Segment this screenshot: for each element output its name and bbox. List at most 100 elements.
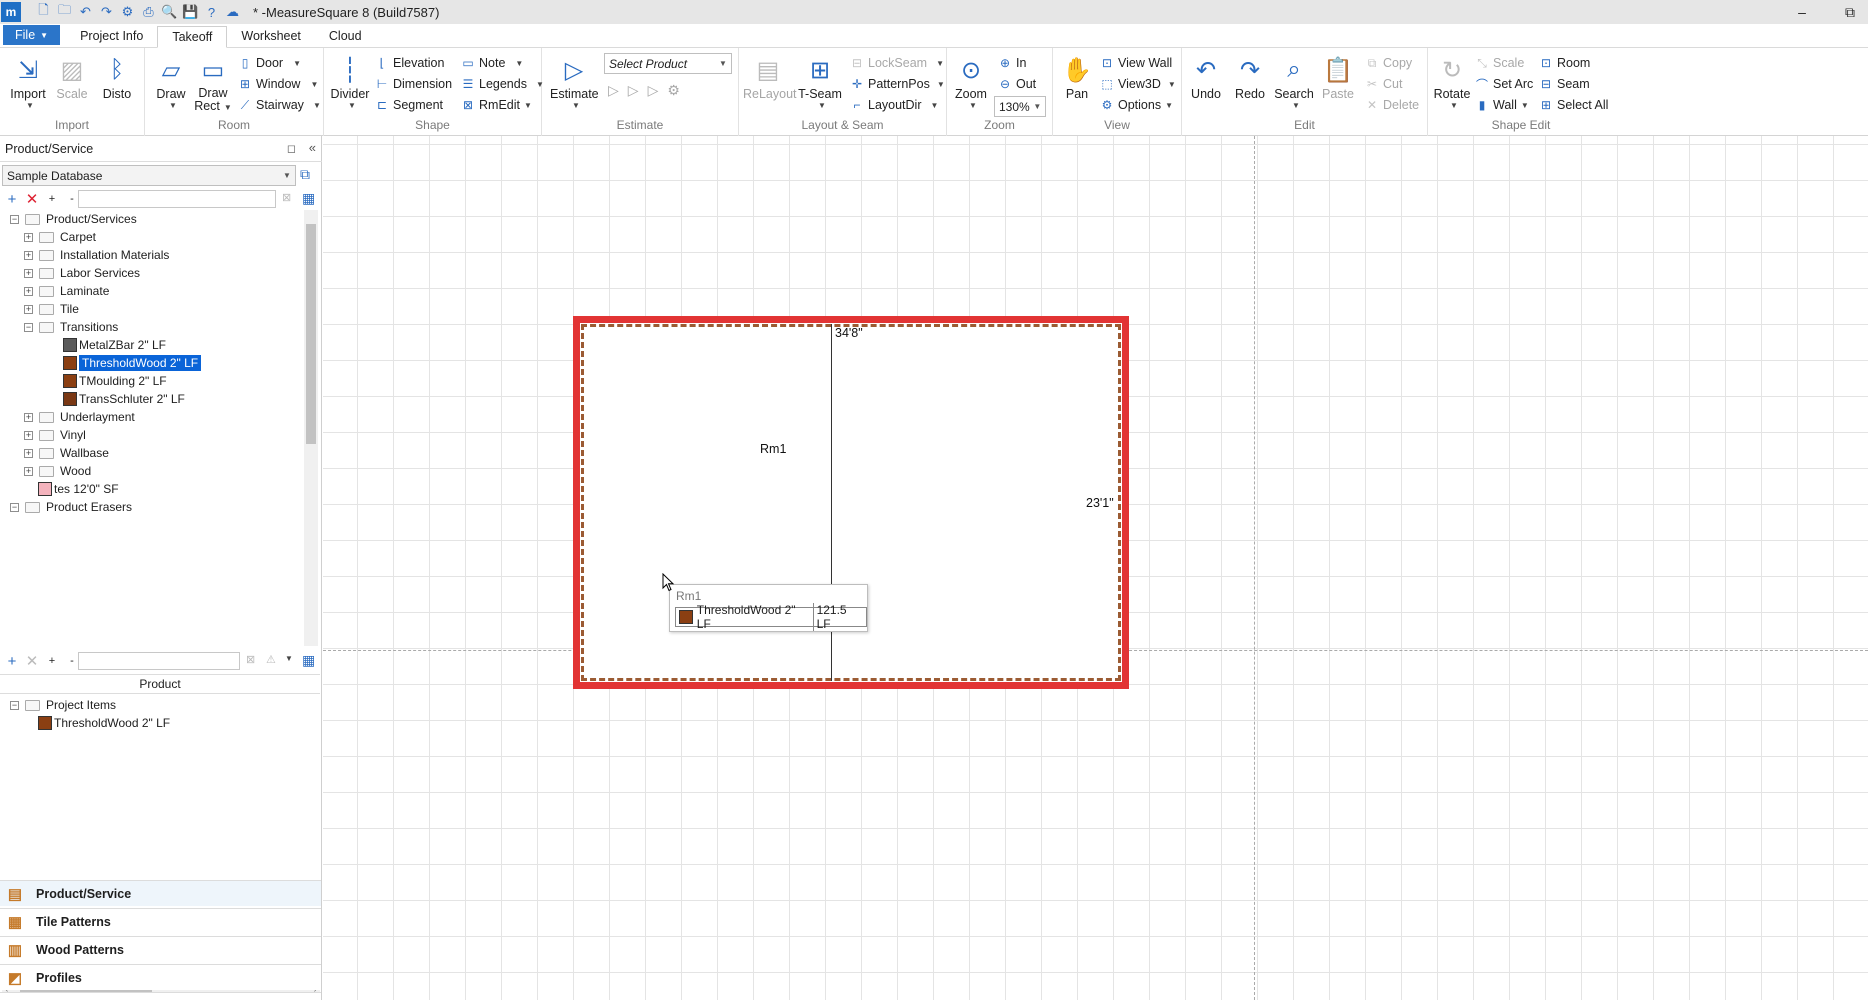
view3d-button[interactable]: ⬚ View3D ▼	[1099, 74, 1175, 94]
file-menu[interactable]: File ▼	[3, 25, 61, 45]
pan-button[interactable]: ✋ Pan	[1055, 54, 1099, 102]
play-icon[interactable]: ▷	[608, 82, 628, 99]
window-button[interactable]: ⊞ Window ▼	[237, 74, 318, 94]
collapse-icon[interactable]: −	[10, 214, 19, 224]
tab-project-info[interactable]: Project Info	[66, 25, 157, 47]
chevron-down-icon[interactable]: ▼	[285, 654, 293, 663]
tseam-button[interactable]: ⊞ T-Seam ▼	[795, 54, 845, 111]
note-button[interactable]: ▭ Note ▼	[460, 53, 523, 73]
expand-icon[interactable]: +	[24, 286, 33, 296]
save-icon[interactable]: 💾	[182, 4, 199, 21]
tree-item-product-services[interactable]: − Product/Services	[10, 210, 137, 228]
door-button[interactable]: ▯ Door ▼	[237, 53, 301, 73]
add-icon[interactable]: +	[4, 191, 20, 208]
zoom-button[interactable]: ⊙ Zoom ▼	[949, 54, 993, 111]
grid-view-icon[interactable]: ▦	[302, 652, 315, 669]
product-tree-scrollbar[interactable]	[304, 210, 318, 646]
collapse-icon[interactable]: −	[10, 502, 19, 512]
product-column-header[interactable]: Product	[0, 674, 320, 694]
new-icon[interactable]: 🗋	[35, 2, 52, 21]
product-search-input[interactable]	[78, 190, 276, 208]
print-icon[interactable]: ⎙	[140, 4, 157, 21]
paste-button[interactable]: 📋 Paste	[1316, 54, 1360, 102]
undo-icon[interactable]: ↶	[77, 4, 94, 21]
pin-icon[interactable]: ◻	[287, 142, 296, 155]
draw-rect-button[interactable]: ▭ Draw Rect ▼	[191, 54, 235, 114]
tree-item-tmoulding-2-lf[interactable]: TMoulding 2" LF	[63, 372, 167, 390]
tree-item-transitions[interactable]: − Transitions	[24, 318, 118, 336]
collapse-icon[interactable]: −	[10, 700, 19, 710]
nav-wood-patterns[interactable]: ▥ Wood Patterns	[0, 936, 321, 962]
collapse-icon[interactable]: −	[24, 322, 33, 332]
tree-item-underlayment[interactable]: + Underlayment	[24, 408, 135, 426]
select-seam-button[interactable]: ⊟ Seam	[1538, 74, 1590, 94]
rotate-button[interactable]: ↻ Rotate ▼	[1430, 54, 1474, 111]
estimate-button[interactable]: ▷ Estimate ▼	[550, 54, 599, 111]
expand-icon[interactable]: +	[24, 448, 33, 458]
tree-item-carpet[interactable]: + Carpet	[24, 228, 96, 246]
database-sync-icon[interactable]: ⧉	[300, 166, 310, 183]
rmedit-button[interactable]: ⊠ RmEdit ▼	[460, 95, 532, 115]
layoutdir-button[interactable]: ⌐ LayoutDir ▼	[849, 95, 938, 115]
warning-icon[interactable]: ⚠	[266, 653, 276, 666]
collapse-icon[interactable]: «	[309, 140, 316, 155]
expand-icon[interactable]: +	[24, 232, 33, 242]
segment-button[interactable]: ⊏ Segment	[374, 95, 443, 115]
tree-item-vinyl[interactable]: + Vinyl	[24, 426, 86, 444]
expand-icon[interactable]: +	[24, 268, 33, 278]
zoom-level-dropdown[interactable]: 130% ▼	[994, 96, 1046, 117]
options-button[interactable]: ⚙ Options ▼	[1099, 95, 1173, 115]
nav-product-service[interactable]: ▤ Product/Service	[0, 880, 321, 906]
zoom-in-button[interactable]: ⊕ In	[997, 53, 1026, 73]
select-all-button[interactable]: ⊞ Select All	[1538, 95, 1608, 115]
tree-item-laminate[interactable]: + Laminate	[24, 282, 109, 300]
tree-item-installation-materials[interactable]: + Installation Materials	[24, 246, 169, 264]
database-dropdown[interactable]: Sample Database ▼	[2, 165, 296, 186]
lockseam-button[interactable]: ⊟ LockSeam ▼	[849, 53, 944, 73]
scale-button[interactable]: ▨ Scale	[50, 54, 94, 102]
expand-icon[interactable]: +	[24, 250, 33, 260]
expand-icon[interactable]: +	[24, 412, 33, 422]
grid-view-icon[interactable]: ▦	[302, 190, 315, 207]
play-step-icon[interactable]: ▷	[628, 82, 648, 99]
tree-item-labor-services[interactable]: + Labor Services	[24, 264, 140, 282]
divider-button[interactable]: ┆ Divider ▼	[328, 54, 372, 111]
play-fast-icon[interactable]: ▷	[648, 82, 668, 99]
clear-search-icon[interactable]: ⊠	[282, 191, 291, 204]
delete-icon[interactable]: ✕	[24, 652, 40, 670]
room-rm1[interactable]	[573, 316, 1129, 689]
tree-item-tile[interactable]: + Tile	[24, 300, 79, 318]
add-icon[interactable]: +	[4, 653, 20, 670]
open-icon[interactable]: 🗀	[56, 2, 73, 21]
draw-button[interactable]: ▱ Draw ▼	[149, 54, 193, 111]
expand-icon[interactable]: +	[24, 304, 33, 314]
patternpos-button[interactable]: ✛ PatternPos ▼	[849, 74, 945, 94]
elevation-button[interactable]: ⌊ Elevation	[374, 53, 445, 73]
clear-search-icon[interactable]: ⊠	[246, 653, 255, 666]
nav-templates[interactable]: ▣Templates	[0, 992, 321, 1000]
cut-button[interactable]: ✂ Cut	[1364, 74, 1402, 94]
search-button[interactable]: ⌕ Search ▼	[1272, 54, 1316, 110]
expand-all-icon[interactable]: +	[44, 655, 60, 667]
help-icon[interactable]: ?	[203, 4, 220, 21]
tree-item-project-items[interactable]: − Project Items	[10, 696, 116, 714]
tab-takeoff[interactable]: Takeoff	[157, 26, 228, 48]
tree-item-transschluter-2-lf[interactable]: TransSchluter 2" LF	[63, 390, 185, 408]
zoom-out-button[interactable]: ⊖ Out	[997, 74, 1036, 94]
dimension-button[interactable]: ⊢ Dimension	[374, 74, 452, 94]
expand-all-icon[interactable]: +	[44, 193, 60, 205]
tree-item-wood[interactable]: + Wood	[24, 462, 91, 480]
delete-icon[interactable]: ✕	[24, 190, 40, 208]
minimize-button[interactable]: –	[1782, 0, 1822, 24]
tree-item-metalzbar-2-lf[interactable]: MetalZBar 2" LF	[63, 336, 166, 354]
stairway-button[interactable]: ⟋ Stairway ▼	[237, 95, 321, 115]
tree-item-tes-12-0-sf[interactable]: tes 12'0" SF	[38, 480, 119, 498]
tree-item-thresholdwood-2-lf[interactable]: ThresholdWood 2" LF	[38, 714, 170, 732]
view-wall-button[interactable]: ⊡ View Wall	[1099, 53, 1172, 73]
redo-button[interactable]: ↷ Redo	[1228, 54, 1272, 102]
select-room-button[interactable]: ⊡ Room	[1538, 53, 1590, 73]
set-arc-button[interactable]: ⌒ Set Arc	[1474, 74, 1533, 94]
tab-worksheet[interactable]: Worksheet	[227, 25, 315, 47]
drawing-canvas[interactable]: 34'8" 23'1" Rm1 Rm1 ThresholdWood 2" LF …	[323, 136, 1868, 1000]
tab-cloud[interactable]: Cloud	[315, 25, 376, 47]
